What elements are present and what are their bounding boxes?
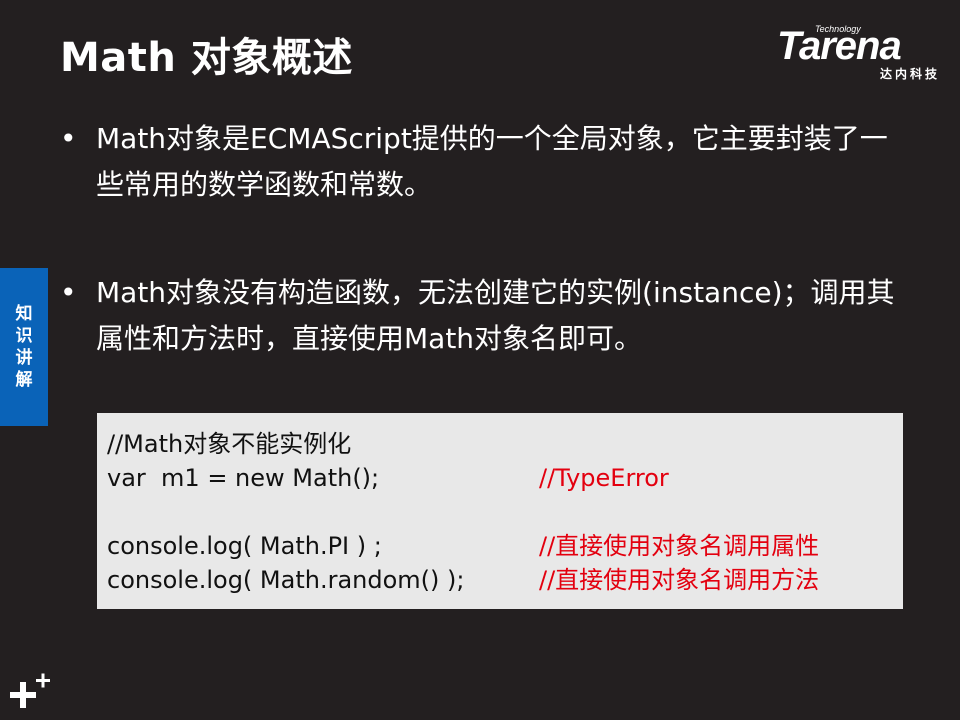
side-tab-char: 解	[15, 370, 33, 390]
bullet-item: • Math对象没有构造函数，无法创建它的实例(instance)；调用其属性和…	[60, 270, 910, 362]
code-line: console.log( Math.random() ); //直接使用对象名调…	[107, 563, 903, 597]
code-block: //Math对象不能实例化 var m1 = new Math(); //Typ…	[97, 413, 903, 609]
code-comment: //直接使用对象名调用属性	[539, 532, 820, 560]
bullet-symbol: •	[60, 276, 77, 309]
bullet-symbol: •	[60, 122, 77, 155]
side-tab-char: 知	[15, 304, 33, 324]
code-comment: //直接使用对象名调用方法	[539, 566, 820, 594]
bullet-item: • Math对象是ECMAScript提供的一个全局对象，它主要封装了一些常用的…	[60, 116, 910, 208]
side-tab-knowledge: 知 识 讲 解	[0, 268, 48, 426]
bullet-text: Math对象没有构造函数，无法创建它的实例(instance)；调用其属性和方法…	[96, 276, 895, 355]
logo-subtitle: 达内科技	[879, 67, 940, 81]
side-tab-char: 识	[15, 326, 33, 346]
side-tab-char: 讲	[15, 348, 33, 368]
code-comment: //TypeError	[539, 464, 669, 492]
tarena-logo: Technology Tarena 达内科技	[777, 22, 942, 82]
bullet-text: Math对象是ECMAScript提供的一个全局对象，它主要封装了一些常用的数学…	[96, 122, 888, 201]
code-line: //Math对象不能实例化	[107, 427, 903, 461]
slide-title: Math 对象概述	[60, 35, 353, 81]
logo-brand: Tarena	[777, 24, 902, 68]
slide: Math 对象概述 Technology Tarena 达内科技 知 识 讲 解…	[0, 0, 960, 720]
code-text: console.log( Math.random() );	[107, 566, 465, 594]
code-text: //Math对象不能实例化	[107, 430, 352, 458]
code-text: console.log( Math.PI ) ;	[107, 532, 382, 560]
code-line: console.log( Math.PI ) ; //直接使用对象名调用属性	[107, 529, 903, 563]
code-text: var m1 = new Math();	[107, 464, 380, 492]
code-line: var m1 = new Math(); //TypeError	[107, 461, 903, 495]
plus-icon	[10, 673, 50, 708]
